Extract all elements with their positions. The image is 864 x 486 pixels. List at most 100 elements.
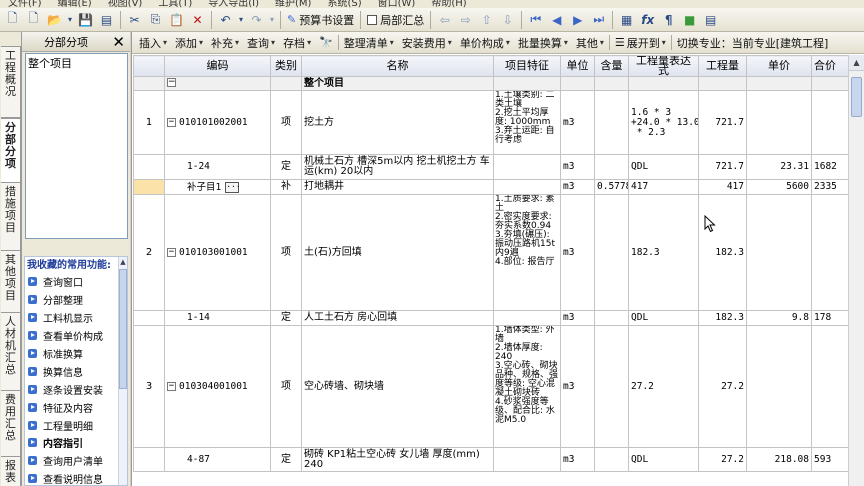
tree-root-item[interactable]: 整个项目 (28, 55, 125, 71)
collapse-icon[interactable]: − (167, 381, 176, 391)
budget-settings-button[interactable]: ✎ 预算书设置 (284, 10, 357, 29)
unit-price-cell[interactable] (746, 194, 812, 311)
type-cell[interactable]: 定 (270, 154, 302, 180)
feature-cell[interactable]: 1.土壤类别: 二类土壤 2.挖土平均厚度: 1000mm 3.弃土运距: 自行… (493, 90, 561, 155)
close-icon[interactable]: ✕ (112, 33, 125, 51)
expression-cell[interactable]: QDL (628, 447, 699, 472)
ellipsis-button[interactable]: ··· (225, 181, 241, 193)
type-cell[interactable]: 定 (270, 447, 302, 472)
code-cell[interactable]: −010304001001 (164, 325, 271, 448)
name-cell[interactable]: 打地耦井 (301, 179, 494, 195)
menu-item[interactable]: 工具(T) (150, 0, 200, 8)
expression-cell[interactable]: 27.2 (628, 325, 699, 448)
menu-item[interactable]: 帮助(H) (423, 0, 474, 8)
feature-cell[interactable] (493, 179, 561, 195)
type-cell[interactable]: 定 (270, 310, 302, 326)
empty-cell[interactable] (698, 76, 747, 91)
empty-cell[interactable] (746, 76, 812, 91)
favorite-item[interactable]: 查看单价构成 (25, 327, 127, 345)
quantity-cell[interactable]: 721.7 (698, 154, 747, 180)
code-cell[interactable]: 1-24 (164, 154, 271, 180)
content-cell[interactable] (594, 447, 629, 472)
calculator-icon[interactable]: ▦ (617, 10, 636, 29)
feature-cell[interactable] (493, 310, 561, 326)
column-header-name[interactable]: 名称 (301, 55, 494, 77)
tab-measures[interactable]: 措施项目 (1, 182, 21, 254)
empty-cell[interactable] (560, 76, 595, 91)
arrow-left-icon[interactable]: ⇦ (435, 10, 454, 29)
scrollbar-thumb[interactable] (119, 269, 127, 389)
favorites-scrollbar[interactable]: ▲ (118, 257, 127, 485)
batch-convert-menu[interactable]: 批量换算 ▾ (514, 35, 572, 51)
unit-price-cell[interactable]: 218.08 (746, 447, 812, 472)
quantity-cell[interactable]: 27.2 (698, 447, 747, 472)
unit-cell[interactable]: m3 (560, 154, 595, 180)
total-price-cell[interactable] (811, 325, 849, 448)
name-cell[interactable]: 挖土方 (301, 90, 494, 155)
arrow-right-icon[interactable]: ⇨ (456, 10, 475, 29)
total-price-cell[interactable] (811, 194, 849, 311)
first-icon[interactable]: ⏮ (526, 10, 545, 29)
column-header-type[interactable]: 类别 (270, 55, 302, 77)
content-cell[interactable] (594, 194, 629, 311)
unit-price-cell[interactable] (746, 90, 812, 155)
expression-cell[interactable]: 182.3 (628, 194, 699, 311)
menu-item[interactable]: 导入导出(I) (200, 0, 267, 8)
quantity-cell[interactable]: 417 (698, 179, 747, 195)
quantity-cell[interactable]: 182.3 (698, 310, 747, 326)
total-price-cell[interactable]: 2335 (811, 179, 849, 195)
switch-specialty-button[interactable]: 切换专业：当前专业[建筑工程] (673, 35, 833, 51)
query-menu[interactable]: 查询 ▾ (243, 35, 279, 51)
next-icon[interactable]: ▶ (568, 10, 587, 29)
unit-cell[interactable]: m3 (560, 194, 595, 311)
add-menu[interactable]: 添加 ▾ (171, 35, 207, 51)
name-cell[interactable]: 机械土石方 槽深5m以内 挖土机挖土方 车运(km) 20以内 (301, 154, 494, 180)
column-header-qty[interactable]: 工程量 (698, 55, 747, 77)
dropdown-icon[interactable]: ▾ (237, 10, 245, 29)
code-cell[interactable]: −010103001001 (164, 194, 271, 311)
expand-to-menu[interactable]: ☰ 展开到 ▾ (611, 35, 670, 51)
quota-row[interactable]: 1-14 定人工土石方 房心回填 m3 QDL 182.3 9.8 178 (133, 310, 849, 326)
type-cell[interactable] (270, 76, 302, 91)
code-cell[interactable]: 4-87 (164, 447, 271, 472)
scroll-up-icon[interactable]: ▲ (119, 257, 127, 267)
open-folder-icon[interactable]: 📂 (45, 10, 64, 29)
expression-cell[interactable]: 1.6 * 3 +24.0 * 13.0 * 2.3 (628, 90, 699, 155)
organize-list-menu[interactable]: 整理清单 ▾ (340, 35, 398, 51)
collapse-icon[interactable]: − (167, 78, 176, 88)
collapse-icon[interactable]: − (167, 117, 176, 127)
name-cell[interactable]: 人工土石方 房心回填 (301, 310, 494, 326)
favorite-item[interactable]: 逐条设置安装 (25, 380, 127, 398)
insert-menu[interactable]: 插入 ▾ (135, 35, 171, 51)
column-header-code[interactable]: 编码 (164, 55, 271, 77)
other-menu[interactable]: 其他 ▾ (572, 35, 608, 51)
empty-cell[interactable] (594, 76, 629, 91)
dropdown-icon[interactable]: ▾ (268, 10, 276, 29)
scrollbar-thumb[interactable] (851, 77, 862, 117)
checkbox-box[interactable] (367, 14, 378, 25)
section-name-cell[interactable]: 整个项目 (301, 76, 494, 91)
expression-cell[interactable]: 417 (628, 179, 699, 195)
quota-row[interactable]: 4-87 定砌砖 KP1粘土空心砖 女儿墙 厚度(mm) 240 m3 QDL 27.2… (133, 447, 849, 472)
favorite-item[interactable]: 标准换算 (25, 345, 127, 363)
column-header-unit[interactable]: 单位 (560, 55, 595, 77)
quantity-cell[interactable]: 721.7 (698, 90, 747, 155)
new-icon[interactable]: 🗋 (24, 10, 43, 29)
content-cell[interactable] (594, 325, 629, 448)
grid-scrollbar[interactable]: ▲ (848, 55, 864, 486)
code-cell[interactable]: −010101002001 (164, 90, 271, 155)
total-price-cell[interactable]: 593 (811, 447, 849, 472)
install-fee-menu[interactable]: 安装费用 ▾ (398, 35, 456, 51)
function-icon[interactable]: fx (638, 10, 657, 29)
paste-icon[interactable]: 📋 (167, 10, 186, 29)
column-header-total[interactable]: 合价 (811, 55, 849, 77)
content-cell[interactable] (594, 310, 629, 326)
unit-cell[interactable]: m3 (560, 90, 595, 155)
content-cell[interactable] (594, 90, 629, 155)
column-header-feature[interactable]: 项目特征 (493, 55, 561, 77)
find-icon[interactable]: 🔭 (315, 36, 337, 49)
name-cell[interactable]: 空心砖墙、砌块墙 (301, 325, 494, 448)
unit-cell[interactable]: m3 (560, 325, 595, 448)
tab-reports[interactable]: 报表 (1, 456, 21, 486)
prev-icon[interactable]: ◀ (547, 10, 566, 29)
